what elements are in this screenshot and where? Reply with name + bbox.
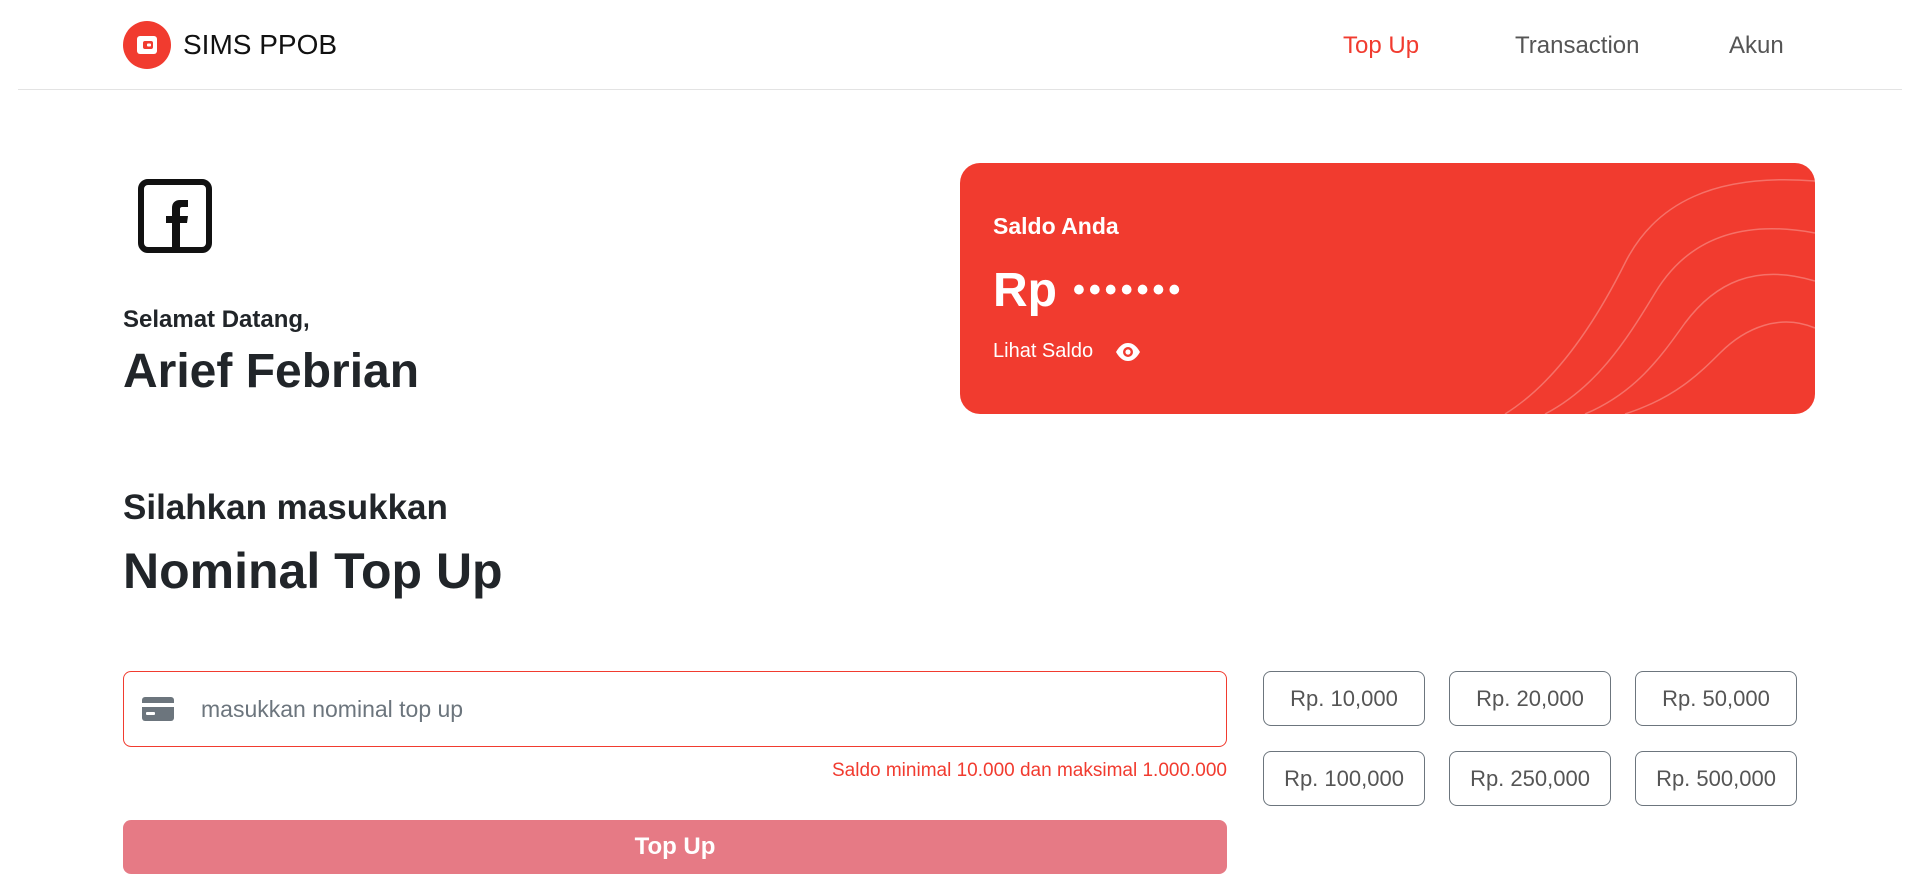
balance-label: Saldo Anda <box>993 213 1119 239</box>
facebook-icon <box>137 178 213 254</box>
show-balance-label: Lihat Saldo <box>993 340 1094 362</box>
credit-card-icon <box>142 697 174 721</box>
top-up-button[interactable]: Top Up <box>123 820 1227 874</box>
balance-masked: ••••••• <box>1072 271 1185 309</box>
preset-20000-button[interactable]: Rp. 20,000 <box>1449 671 1611 726</box>
nav-transaction[interactable]: Transaction <box>1515 32 1640 60</box>
preset-250000-button[interactable]: Rp. 250,000 <box>1449 751 1611 806</box>
nav-akun[interactable]: Akun <box>1729 32 1784 60</box>
brand-name: SIMS PPOB <box>183 29 338 60</box>
preset-10000-button[interactable]: Rp. 10,000 <box>1263 671 1425 726</box>
welcome-text: Selamat Datang, <box>123 306 310 333</box>
wallet-icon <box>123 21 171 69</box>
preset-500000-button[interactable]: Rp. 500,000 <box>1635 751 1797 806</box>
balance-currency: Rp <box>993 264 1057 317</box>
nav-top-up[interactable]: Top Up <box>1343 32 1419 60</box>
show-balance-toggle[interactable]: Lihat Saldo <box>993 340 1141 363</box>
amount-field[interactable] <box>123 671 1227 747</box>
preset-100000-button[interactable]: Rp. 100,000 <box>1263 751 1425 806</box>
eye-icon[interactable] <box>1115 342 1141 362</box>
brand[interactable]: SIMS PPOB <box>123 21 337 69</box>
preset-50000-button[interactable]: Rp. 50,000 <box>1635 671 1797 726</box>
balance-card: Saldo Anda Rp ••••••• Lihat Saldo <box>960 163 1815 414</box>
amount-input[interactable] <box>199 694 1103 724</box>
wave-decoration <box>1504 179 1815 414</box>
amount-error: Saldo minimal 10.000 dan maksimal 1.000.… <box>831 760 1227 781</box>
balance-value: Rp ••••••• <box>993 263 1184 318</box>
topup-heading: Nominal Top Up <box>123 543 503 599</box>
navbar: SIMS PPOB Top Up Transaction Akun <box>18 0 1902 90</box>
user-name: Arief Febrian <box>123 345 420 398</box>
topup-prompt: Silahkan masukkan <box>123 488 448 527</box>
